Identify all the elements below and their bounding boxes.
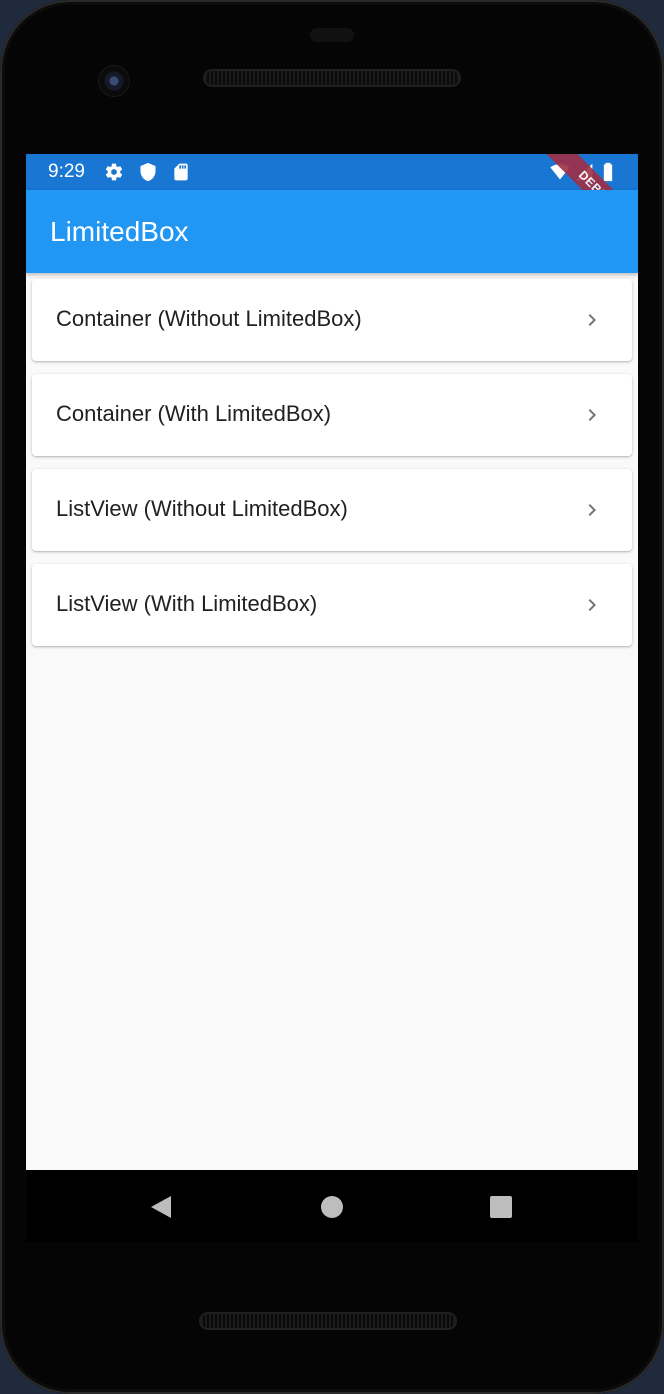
home-icon[interactable] (319, 1194, 345, 1220)
list-item-label: ListView (With LimitedBox) (56, 591, 318, 616)
phone-frame: 9:29 DEBUG LimitedBox Container (Without… (0, 0, 664, 1394)
chevron-right-icon (588, 599, 596, 611)
chevron-right-icon (588, 314, 596, 326)
page-title: LimitedBox (50, 216, 189, 247)
list-item-listview-with[interactable]: ListView (With LimitedBox) (32, 564, 632, 646)
sd-card-icon (174, 163, 188, 181)
list-item-container-with[interactable]: Container (With LimitedBox) (32, 374, 632, 456)
status-time: 9:29 (48, 161, 85, 182)
list-item-label: Container (With LimitedBox) (56, 401, 332, 426)
recents-icon[interactable] (488, 1194, 514, 1220)
system-nav-bar (26, 1170, 638, 1242)
earpiece-speaker (205, 71, 459, 85)
status-bar: 9:29 DEBUG (26, 154, 638, 250)
bottom-speaker (201, 1314, 455, 1328)
chevron-right-icon (588, 409, 596, 421)
list-item-listview-without[interactable]: ListView (Without LimitedBox) (32, 469, 632, 551)
front-camera (99, 66, 129, 96)
sensor-slit (310, 28, 354, 42)
screen: 9:29 DEBUG LimitedBox Container (Without… (26, 154, 638, 1170)
demo-list: Container (Without LimitedBox) Container… (32, 279, 632, 659)
back-icon[interactable] (148, 1194, 174, 1220)
shield-icon (140, 162, 156, 182)
app-bar: LimitedBox (26, 190, 638, 273)
list-item-label: Container (Without LimitedBox) (56, 306, 362, 331)
list-item-label: ListView (Without LimitedBox) (56, 496, 348, 521)
gear-icon (105, 163, 123, 181)
list-item-container-without[interactable]: Container (Without LimitedBox) (32, 279, 632, 361)
chevron-right-icon (588, 504, 596, 516)
